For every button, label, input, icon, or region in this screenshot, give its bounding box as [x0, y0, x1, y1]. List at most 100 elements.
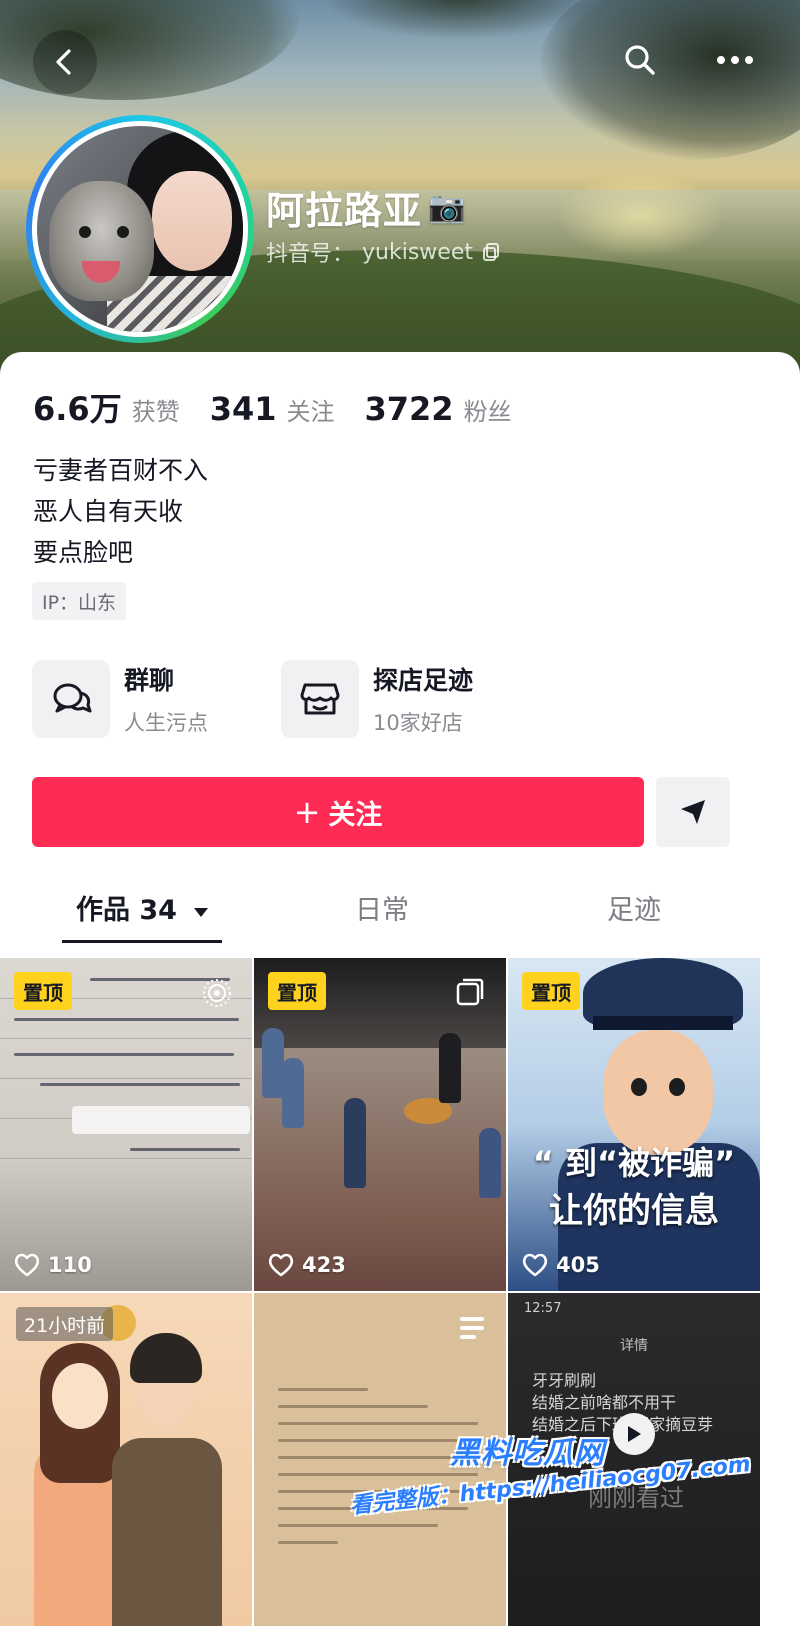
search-button[interactable] [608, 28, 672, 92]
text-line [278, 1422, 478, 1425]
eye [631, 1078, 647, 1096]
eye [669, 1078, 685, 1096]
person [439, 1033, 461, 1103]
send-arrow-icon [681, 800, 705, 824]
woman-face [52, 1363, 108, 1429]
feature-icon-box [32, 660, 110, 738]
live-photo-icon [203, 979, 231, 1007]
douyin-id-label: 抖音号： [266, 242, 355, 267]
detail-header: 详情 [620, 1338, 648, 1354]
person [344, 1098, 366, 1188]
avatar-face [152, 171, 232, 271]
tab-label: 日常 [355, 895, 409, 926]
stats-row: 6.6万 获赞 341 关注 3722 粉丝 [33, 384, 530, 430]
handwriting-stroke [130, 1148, 240, 1151]
pinned-badge: 置顶 [14, 972, 72, 1010]
follow-button[interactable]: + 关注 [32, 777, 644, 847]
back-button[interactable] [33, 30, 97, 94]
stat-followers[interactable]: 3722 粉丝 [365, 390, 512, 428]
send-message-button[interactable] [656, 777, 730, 847]
feature-subtitle: 人生污点 [124, 711, 208, 735]
group-chat-entry[interactable]: 群聊 人生污点 [32, 660, 208, 738]
more-button[interactable] [703, 28, 767, 92]
video-tile[interactable]: 置顶 423 [254, 958, 506, 1291]
bio-line: 要点脸吧 [33, 538, 134, 567]
posted-time-badge: 21小时前 [16, 1307, 114, 1341]
follow-button-label: 关注 [328, 799, 383, 831]
officer-face [603, 1030, 713, 1155]
feature-text: 群聊 人生污点 [124, 661, 208, 737]
feature-icon-box [281, 660, 359, 738]
person [479, 1128, 501, 1198]
douyin-id-value: yukisweet [362, 239, 473, 265]
like-count: 423 [268, 1253, 346, 1277]
username-text: 阿拉路亚 [266, 189, 423, 233]
detail-line: 结婚之前啥都不用干 [532, 1393, 677, 1412]
heart-icon [522, 1253, 548, 1277]
stat-following[interactable]: 341 关注 [210, 390, 335, 428]
man-hair [130, 1333, 202, 1383]
shop-visits-entry[interactable]: 探店足迹 10家好店 [281, 660, 473, 738]
paper-line [0, 1078, 252, 1079]
tab-works[interactable]: 作品 34 [76, 888, 210, 927]
tab-label: 足迹 [607, 895, 661, 926]
text-line [278, 1541, 338, 1544]
content-tabs: 作品 34 日常 足迹 [0, 888, 800, 958]
text-line [278, 1388, 368, 1391]
bio-line: 恶人自有天收 [33, 497, 184, 526]
video-caption: “ 到“被诈骗” [532, 1144, 736, 1182]
stat-value: 3722 [364, 390, 454, 428]
handwriting-stroke [14, 1053, 234, 1056]
play-icon [628, 1426, 641, 1442]
text-lines-icon [460, 1317, 484, 1339]
video-tile[interactable]: “ 到“被诈骗” 让你的信息 置顶 405 [508, 958, 760, 1291]
avatar-dog [49, 181, 154, 301]
chevron-left-icon [56, 49, 71, 75]
handwriting-stroke [40, 1083, 240, 1086]
person [262, 1028, 284, 1098]
avatar-photo [37, 126, 243, 332]
douyin-id[interactable]: 抖音号： yukisweet [266, 236, 501, 268]
pinned-badge: 置顶 [522, 972, 580, 1010]
heart-icon [14, 1253, 40, 1277]
active-tab-indicator [62, 940, 222, 943]
video-tile[interactable]: 置顶 110 [0, 958, 252, 1291]
more-dots-icon [717, 56, 753, 64]
dog-eye [117, 226, 129, 238]
like-count-value: 405 [556, 1253, 600, 1277]
person [282, 1058, 304, 1128]
text-line [278, 1439, 473, 1442]
cover-foliage-right [540, 0, 800, 160]
redaction-box [72, 1106, 250, 1134]
like-count-value: 423 [302, 1253, 346, 1277]
detail-line: 牙牙刷刷 [532, 1371, 597, 1390]
copy-icon[interactable] [481, 242, 501, 262]
stat-label: 粉丝 [463, 398, 512, 426]
heart-icon [268, 1253, 294, 1277]
man-body [112, 1438, 222, 1626]
caret-down-icon [194, 908, 209, 917]
paper-line [0, 1038, 252, 1039]
shop-icon [300, 683, 340, 715]
text-line [278, 1405, 428, 1408]
stat-label: 关注 [286, 398, 335, 426]
stat-value: 6.6万 [33, 390, 122, 428]
like-count-value: 110 [48, 1253, 92, 1277]
tab-footprints[interactable]: 足迹 [607, 888, 661, 927]
feature-text: 探店足迹 10家好店 [373, 661, 473, 737]
avatar-border [32, 121, 248, 337]
tab-daily[interactable]: 日常 [355, 888, 409, 927]
tab-label: 作品 34 [76, 895, 177, 926]
camera-icon: 📷 [428, 190, 467, 225]
video-tile[interactable]: 21小时前 [0, 1293, 252, 1626]
bio: 亏妻者百财不入 恶人自有天收 要点脸吧 [33, 450, 208, 573]
ip-location-tag: IP：山东 [32, 582, 127, 620]
avatar[interactable] [26, 115, 254, 343]
play-button[interactable] [613, 1413, 655, 1455]
dog-eye [79, 226, 91, 238]
stat-likes[interactable]: 6.6万 获赞 [33, 384, 180, 430]
like-count: 110 [14, 1253, 92, 1277]
bio-line: 亏妻者百财不入 [33, 456, 209, 485]
text-line [278, 1473, 478, 1476]
search-icon [625, 45, 655, 75]
